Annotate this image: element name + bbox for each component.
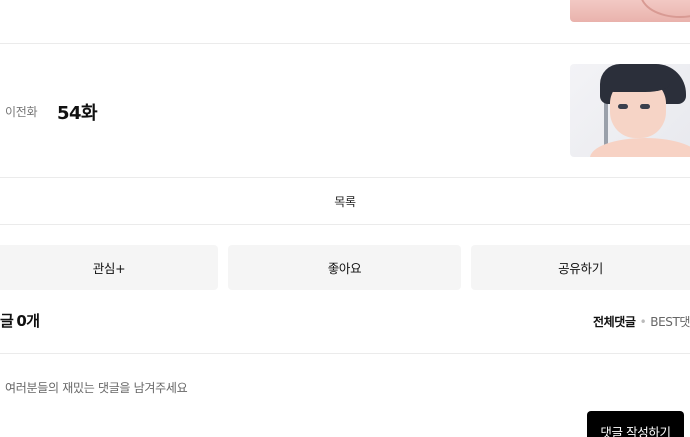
prev-episode-thumbnail[interactable] [570,64,690,157]
filter-separator: • [639,315,647,329]
thumbnail-art [640,0,690,18]
comment-count-value: 0개 [16,312,40,330]
like-button[interactable]: 좋아요 [228,245,461,290]
prev-episode-label[interactable]: 이전화 [5,103,38,120]
divider [0,43,690,44]
comment-heading-text: 글 [0,312,14,330]
favorite-button[interactable]: 관심+ [0,245,218,290]
like-button-label: 좋아요 [327,261,362,276]
thumbnail-art [608,72,670,92]
comment-count-heading: 글 0개 [0,310,40,331]
thumbnail-art [618,104,628,109]
share-button-label: 공유하기 [558,261,603,276]
divider [0,224,690,225]
episode-list-button[interactable]: 목록 [0,178,690,224]
share-button[interactable]: 공유하기 [471,245,690,290]
prev-episode-title[interactable]: 54화 [57,99,98,125]
filter-best-comments[interactable]: BEST댓 [650,315,690,329]
submit-comment-button[interactable]: 댓글 작성하기 [587,411,684,437]
divider [0,353,690,354]
next-episode-thumbnail[interactable] [570,0,690,22]
thumbnail-art [640,104,650,109]
comment-filter-tabs: 전체댓글 • BEST댓 [593,313,690,330]
favorite-button-label: 관심+ [92,261,126,276]
filter-all-comments[interactable]: 전체댓글 [593,315,636,329]
submit-comment-label: 댓글 작성하기 [600,425,671,437]
comment-input[interactable] [5,378,565,398]
